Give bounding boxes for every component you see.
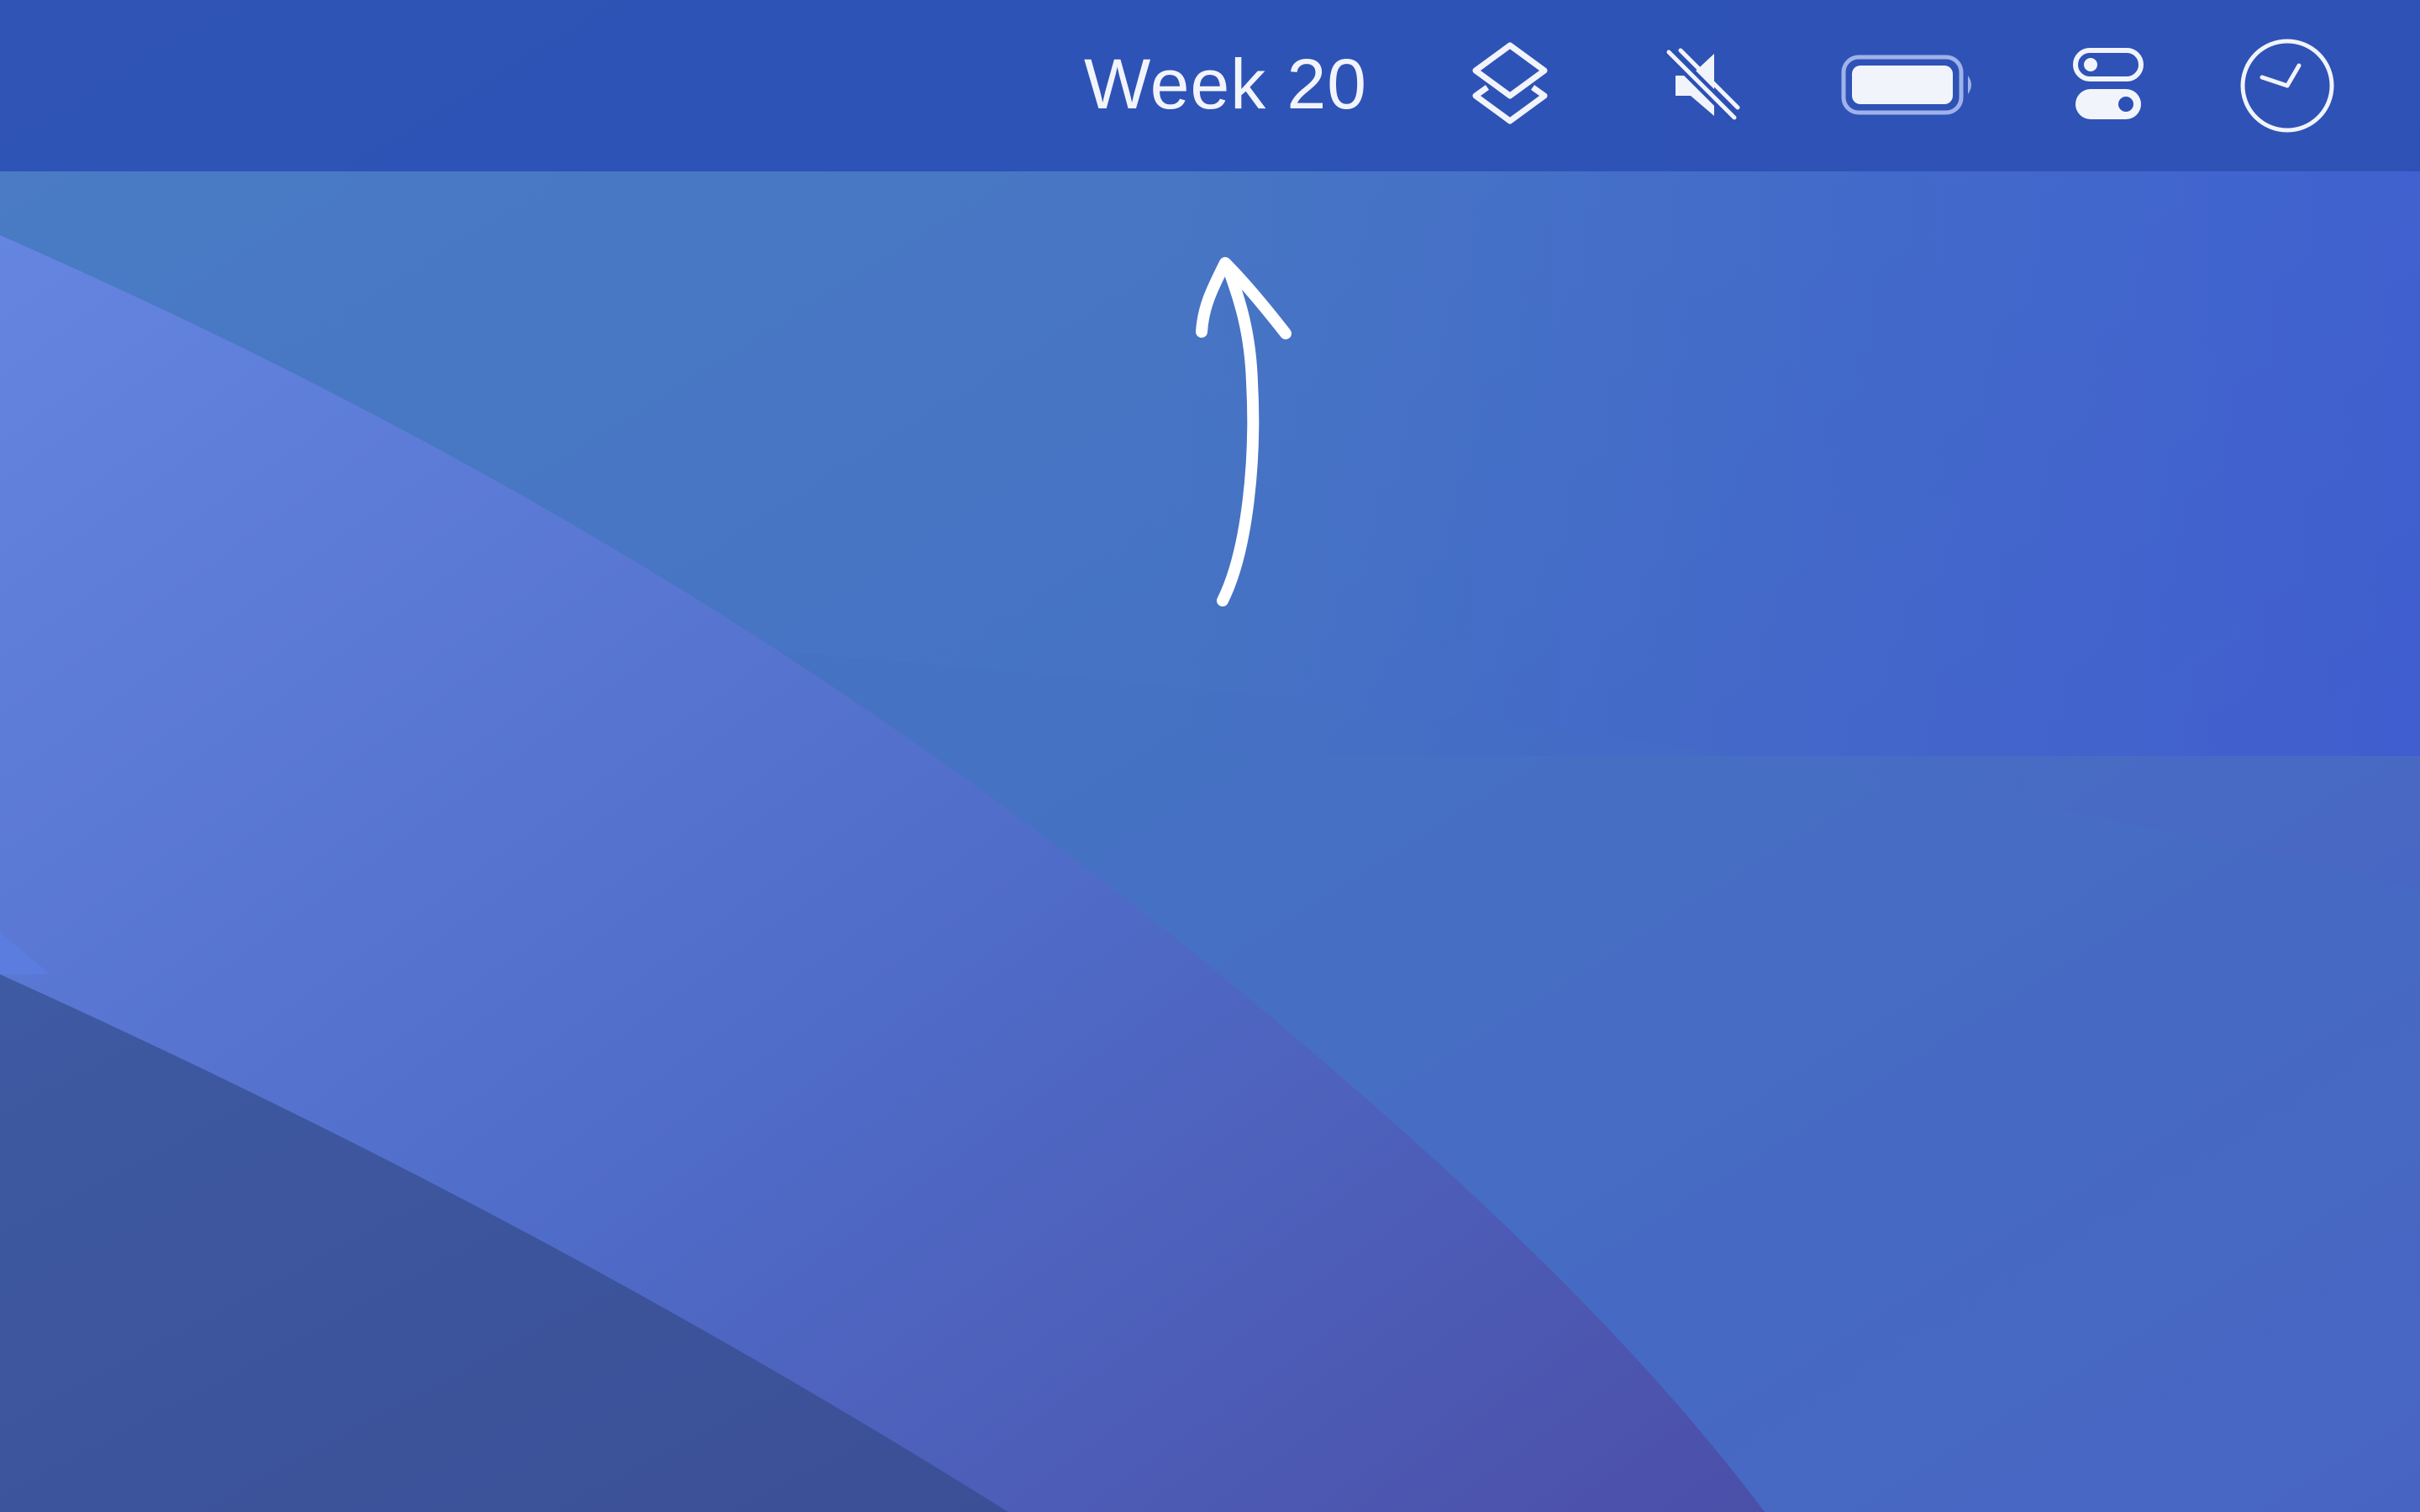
arrow-annotation-icon bbox=[1168, 239, 1319, 617]
clock-icon[interactable] bbox=[2238, 37, 2336, 134]
shortcuts-icon[interactable] bbox=[1469, 40, 1551, 128]
week-number-label[interactable]: Week 20 bbox=[1084, 42, 1367, 126]
battery-icon[interactable] bbox=[1840, 54, 1980, 116]
menu-bar: Week 20 bbox=[0, 0, 2420, 171]
control-center-icon[interactable] bbox=[2072, 47, 2144, 123]
desktop bbox=[0, 0, 2420, 1512]
wallpaper bbox=[0, 0, 2420, 1512]
volume-muted-icon[interactable] bbox=[1664, 47, 1741, 123]
